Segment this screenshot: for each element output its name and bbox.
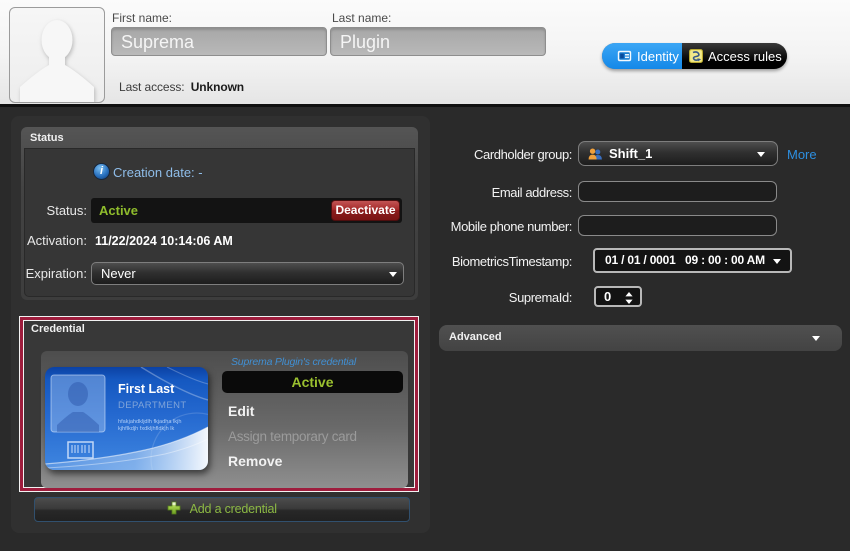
svg-text:hfakjahdkljdlh fkjadha lkjh: hfakjahdkljdlh fkjadha lkjh bbox=[118, 419, 181, 425]
svg-text:DEPARTMENT: DEPARTMENT bbox=[118, 400, 187, 411]
svg-text:First Last: First Last bbox=[118, 382, 175, 396]
svg-text:kjhflkdjh fxdkljhfldkjh lk: kjhflkdjh fxdkljhfldkjh lk bbox=[118, 426, 174, 432]
